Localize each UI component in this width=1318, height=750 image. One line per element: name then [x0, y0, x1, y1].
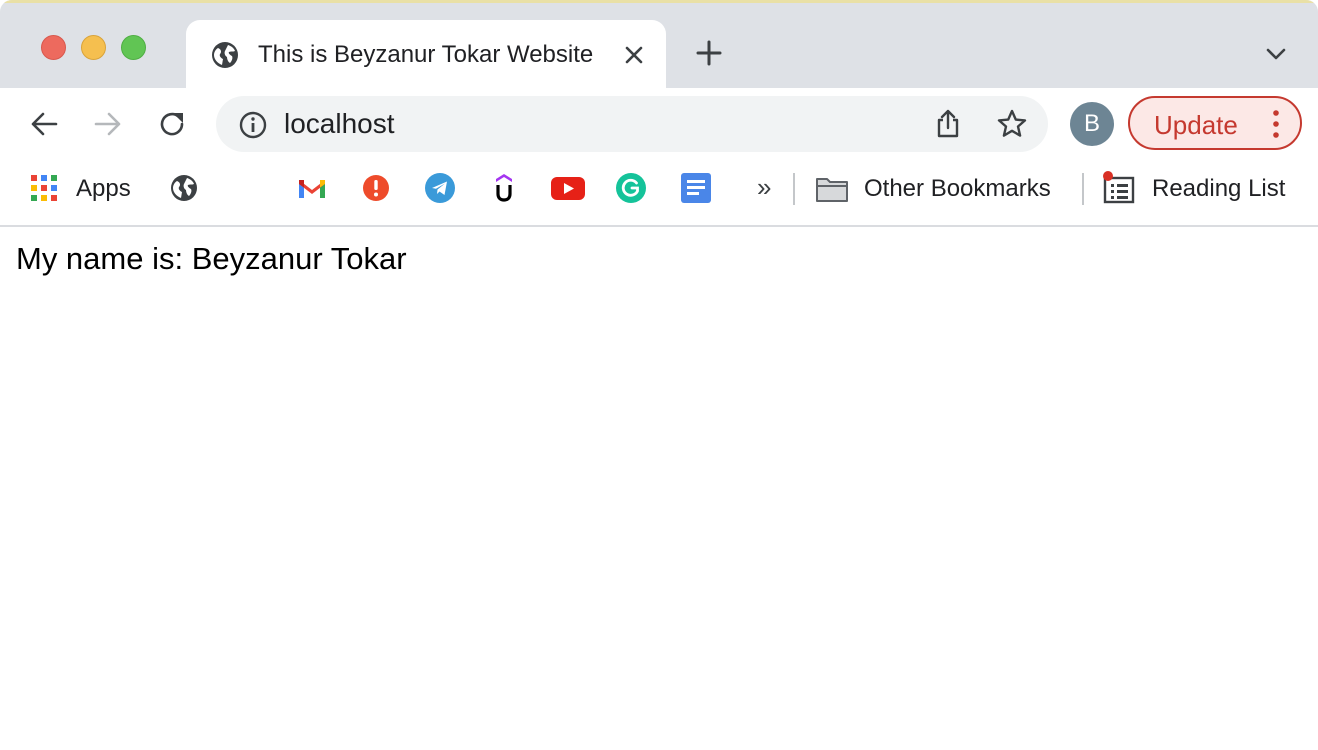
- bookmarks-divider: [793, 173, 795, 205]
- page-content: My name is: Beyzanur Tokar: [0, 227, 1318, 750]
- globe-icon[interactable]: [169, 173, 199, 203]
- kebab-menu-icon[interactable]: [1268, 109, 1284, 139]
- youtube-icon[interactable]: [550, 172, 586, 204]
- window-close-button[interactable]: [41, 35, 66, 60]
- chevron-down-icon[interactable]: [1262, 42, 1290, 66]
- tab-title: This is Beyzanur Tokar Website: [258, 41, 594, 68]
- close-tab-icon[interactable]: [620, 41, 648, 69]
- apps-grid-icon[interactable]: [30, 174, 58, 202]
- reading-list-label[interactable]: Reading List: [1152, 174, 1285, 204]
- url-text[interactable]: localhost: [284, 109, 395, 139]
- forward-arrow-icon[interactable]: [92, 108, 124, 140]
- window-maximize-button[interactable]: [121, 35, 146, 60]
- google-docs-icon[interactable]: [680, 172, 712, 204]
- reading-list-icon[interactable]: [1100, 170, 1136, 204]
- back-arrow-icon[interactable]: [28, 108, 60, 140]
- apps-label[interactable]: Apps: [76, 174, 131, 204]
- bookmarks-divider: [1082, 173, 1084, 205]
- update-button[interactable]: Update: [1128, 96, 1302, 150]
- reload-icon[interactable]: [156, 108, 188, 140]
- address-bar[interactable]: localhost: [216, 96, 1048, 152]
- bookmark-star-icon[interactable]: [996, 108, 1028, 140]
- alert-icon[interactable]: [362, 174, 390, 202]
- window-minimize-button[interactable]: [81, 35, 106, 60]
- browser-window: This is Beyzanur Tokar Website localhost…: [0, 0, 1318, 750]
- profile-avatar[interactable]: B: [1070, 102, 1114, 146]
- info-icon[interactable]: [238, 110, 268, 140]
- grammarly-icon[interactable]: [615, 172, 647, 204]
- new-tab-icon[interactable]: [694, 38, 724, 68]
- bookmarks-overflow-chevron-icon[interactable]: »: [757, 172, 771, 202]
- other-bookmarks-label[interactable]: Other Bookmarks: [864, 174, 1051, 204]
- tab-strip: This is Beyzanur Tokar Website: [0, 0, 1318, 88]
- udemy-icon[interactable]: [492, 172, 516, 204]
- active-tab[interactable]: This is Beyzanur Tokar Website: [186, 20, 666, 88]
- gmail-icon[interactable]: [296, 172, 328, 204]
- globe-icon: [212, 42, 238, 68]
- toolbar: localhost B Update: [0, 88, 1318, 160]
- telegram-icon[interactable]: [424, 172, 456, 204]
- update-label: Update: [1154, 110, 1238, 140]
- page-text: My name is: Beyzanur Tokar: [16, 241, 407, 276]
- share-icon[interactable]: [932, 108, 964, 140]
- folder-icon[interactable]: [815, 174, 849, 204]
- bookmarks-bar: Apps » Other Bookmarks Reading List: [0, 160, 1318, 227]
